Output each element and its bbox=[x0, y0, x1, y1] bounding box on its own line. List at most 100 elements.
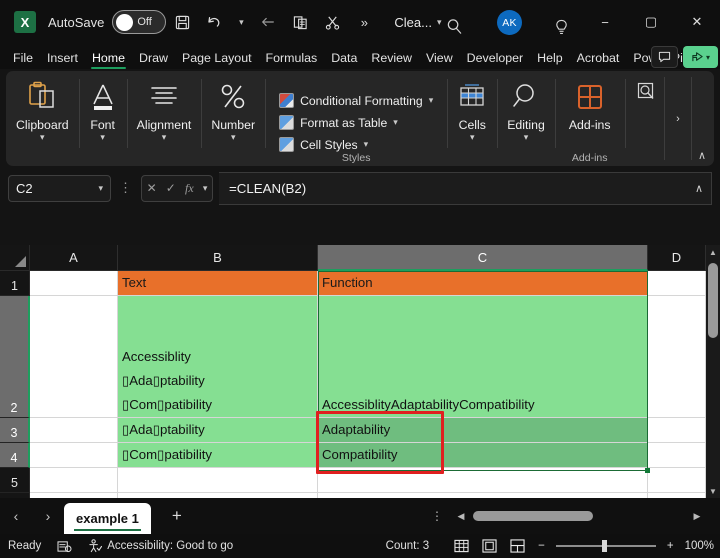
ribbon-group-alignment[interactable]: Alignment ▾ bbox=[127, 71, 202, 166]
undo-icon[interactable] bbox=[198, 7, 230, 37]
record-macro-icon[interactable] bbox=[49, 540, 80, 553]
ribbon-group-number[interactable]: Number ▾ bbox=[201, 71, 265, 166]
ribbon-group-clipboard[interactable]: Clipboard ▾ bbox=[6, 71, 79, 166]
previous-sheet-button[interactable]: ‹ bbox=[0, 498, 32, 534]
ribbon-tab-developer[interactable]: Developer bbox=[460, 49, 530, 69]
ribbon-tab-formulas[interactable]: Formulas bbox=[259, 49, 325, 69]
horizontal-scroll-thumb[interactable] bbox=[473, 511, 593, 521]
ribbon-tab-file[interactable]: File bbox=[6, 49, 40, 69]
chevron-down-icon[interactable]: ▾ bbox=[393, 117, 398, 128]
cell-A1[interactable] bbox=[30, 271, 118, 296]
ribbon-group-addins[interactable]: Add-ins Add-ins bbox=[555, 71, 625, 166]
scroll-left-arrow-icon[interactable]: ◀ bbox=[455, 511, 467, 522]
ribbon-group-font[interactable]: Font ▾ bbox=[79, 71, 127, 166]
vertical-scrollbar[interactable]: ▲ ▼ bbox=[706, 245, 720, 498]
next-sheet-button[interactable]: › bbox=[32, 498, 64, 534]
sheet-tab-example-1[interactable]: example 1 bbox=[64, 503, 151, 534]
save-icon[interactable] bbox=[166, 7, 198, 37]
cell-A2[interactable] bbox=[30, 296, 118, 418]
ribbon-group-cells[interactable]: Cells ▾ bbox=[447, 71, 497, 166]
avatar[interactable]: AK bbox=[497, 10, 522, 35]
ribbon-tab-page-layout[interactable]: Page Layout bbox=[175, 49, 259, 69]
paste-icon[interactable] bbox=[284, 7, 316, 37]
cell-D5[interactable] bbox=[648, 468, 706, 493]
cell-A5[interactable] bbox=[30, 468, 118, 493]
file-name-label[interactable]: Clea... bbox=[394, 15, 432, 30]
search-icon[interactable] bbox=[438, 11, 470, 41]
ribbon-tab-review[interactable]: Review bbox=[364, 49, 419, 69]
page-layout-view-icon[interactable] bbox=[479, 538, 499, 554]
cell-C5[interactable] bbox=[318, 468, 648, 493]
ribbon-group-editing[interactable]: Editing ▾ bbox=[497, 71, 555, 166]
zoom-out-button[interactable]: − bbox=[535, 540, 548, 552]
page-break-view-icon[interactable] bbox=[507, 538, 527, 554]
conditional-formatting-item[interactable]: Conditional Formatting ▾ bbox=[279, 90, 433, 112]
cell-C2[interactable]: AccessiblityAdaptabilityCompatibility bbox=[318, 296, 648, 418]
row-header-5[interactable]: 5 bbox=[0, 468, 30, 493]
zoom-in-button[interactable]: + bbox=[664, 540, 677, 552]
name-box[interactable]: C2 ▾ bbox=[8, 175, 111, 202]
cell-D4[interactable] bbox=[648, 443, 706, 468]
cell-B1[interactable]: Text bbox=[118, 271, 318, 296]
cell-B4[interactable]: ▯Com▯patibility bbox=[118, 443, 318, 468]
cell-B2[interactable]: Accessiblity ▯Ada▯ptability ▯Com▯patibil… bbox=[118, 296, 318, 418]
column-header-C[interactable]: C bbox=[318, 245, 648, 271]
redo-arrow-icon[interactable] bbox=[252, 7, 284, 37]
ribbon-tab-help[interactable]: Help bbox=[530, 49, 569, 69]
cell-B5[interactable] bbox=[118, 468, 318, 493]
chevron-down-icon[interactable]: ▾ bbox=[429, 95, 434, 106]
comments-icon[interactable] bbox=[651, 46, 678, 68]
maximize-button[interactable]: ▢ bbox=[628, 0, 674, 44]
ribbon-tab-draw[interactable]: Draw bbox=[132, 49, 175, 69]
chevron-down-icon[interactable]: ▾ bbox=[162, 132, 167, 143]
ribbon-tab-insert[interactable]: Insert bbox=[40, 49, 85, 69]
row-header-2[interactable]: 2 bbox=[0, 296, 30, 418]
autosave-toggle[interactable]: Off bbox=[112, 10, 166, 34]
scroll-right-arrow-icon[interactable]: ▶ bbox=[691, 511, 703, 522]
normal-view-icon[interactable] bbox=[451, 538, 471, 554]
cell-D3[interactable] bbox=[648, 418, 706, 443]
horizontal-scrollbar[interactable]: ◀ ▶ bbox=[455, 509, 703, 523]
vertical-scroll-thumb[interactable] bbox=[708, 263, 718, 338]
undo-dropdown-chevron-icon[interactable]: ▾ bbox=[230, 7, 252, 37]
lightbulb-icon[interactable] bbox=[545, 12, 577, 42]
column-header-D[interactable]: D bbox=[648, 245, 706, 271]
ribbon-group-analyze[interactable] bbox=[625, 71, 667, 166]
more-chevrons-icon[interactable]: » bbox=[348, 7, 380, 37]
chevron-down-icon[interactable]: ▾ bbox=[231, 132, 236, 143]
cell-D1[interactable] bbox=[648, 271, 706, 296]
column-header-A[interactable]: A bbox=[30, 245, 118, 271]
scroll-down-arrow-icon[interactable]: ▼ bbox=[706, 484, 720, 498]
cell-C1[interactable]: Function bbox=[318, 271, 648, 296]
name-box-chevron-down-icon[interactable]: ▾ bbox=[98, 183, 103, 194]
chevron-down-icon[interactable]: ▾ bbox=[40, 132, 45, 143]
zoom-slider-knob[interactable] bbox=[602, 540, 607, 552]
scissors-icon[interactable] bbox=[316, 7, 348, 37]
ribbon-tab-data[interactable]: Data bbox=[324, 49, 364, 69]
cell-D2[interactable] bbox=[648, 296, 706, 418]
cell-C4[interactable]: Compatibility bbox=[318, 443, 648, 468]
add-sheet-button[interactable]: + bbox=[151, 498, 203, 534]
chevron-down-icon[interactable]: ▾ bbox=[524, 132, 529, 143]
collapse-ribbon-icon[interactable]: ∧ bbox=[698, 149, 706, 162]
insert-function-icon[interactable]: fx bbox=[185, 181, 194, 196]
cell-A3[interactable] bbox=[30, 418, 118, 443]
minimize-button[interactable]: − bbox=[582, 0, 628, 44]
accessibility-status[interactable]: Accessibility: Good to go bbox=[80, 539, 241, 553]
chevron-down-icon[interactable]: ▾ bbox=[100, 132, 105, 143]
cell-B3[interactable]: ▯Ada▯ptability bbox=[118, 418, 318, 443]
select-all-corner[interactable] bbox=[0, 245, 30, 271]
enter-formula-icon[interactable]: ✓ bbox=[166, 181, 176, 195]
format-as-table-item[interactable]: Format as Table ▾ bbox=[279, 112, 433, 134]
row-header-4[interactable]: 4 bbox=[0, 443, 30, 468]
ribbon-overflow-button[interactable]: › bbox=[664, 77, 692, 160]
cancel-formula-icon[interactable]: ✕ bbox=[147, 181, 157, 195]
ribbon-tab-home[interactable]: Home bbox=[85, 49, 132, 69]
row-header-1[interactable]: 1 bbox=[0, 271, 30, 296]
cell-A4[interactable] bbox=[30, 443, 118, 468]
ribbon-tab-view[interactable]: View bbox=[419, 49, 460, 69]
horizontal-scroll-track[interactable] bbox=[467, 509, 691, 523]
formula-input[interactable]: =CLEAN(B2) ∧ bbox=[219, 172, 712, 205]
sheet-options-icon[interactable]: ⋮ bbox=[431, 509, 444, 523]
ribbon-tab-acrobat[interactable]: Acrobat bbox=[570, 49, 627, 69]
